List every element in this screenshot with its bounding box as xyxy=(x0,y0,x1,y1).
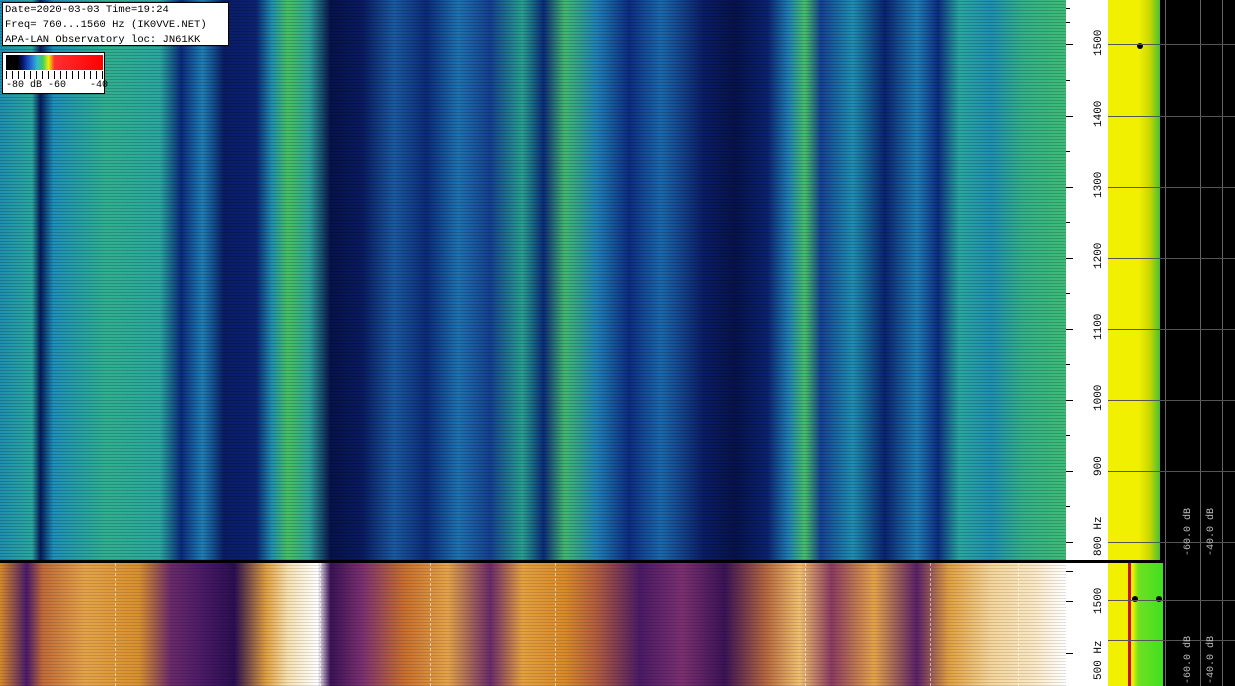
freq-label-1200: 1200 xyxy=(1093,242,1105,269)
info-frequency: Freq= 760...1560 Hz (IK0VVE.NET) xyxy=(5,19,207,31)
time-gridline xyxy=(1018,563,1019,686)
info-box: Date=2020-03-03 Time=19:24 Freq= 760...1… xyxy=(2,2,229,46)
time-gridline xyxy=(115,563,116,686)
time-gridline xyxy=(805,563,806,686)
freq-label-900: 900 xyxy=(1093,456,1105,476)
secondary-waterfall xyxy=(0,563,1066,686)
panel-separator xyxy=(0,560,1235,563)
freq-label-1100: 1100 xyxy=(1093,313,1105,340)
time-gridline xyxy=(555,563,556,686)
marker-dot xyxy=(1156,596,1162,602)
db-label-top-40: -40.0 dB xyxy=(1206,507,1217,556)
legend-ticks xyxy=(6,71,103,79)
time-gridline xyxy=(930,563,931,686)
freq-label-800: 800 Hz xyxy=(1093,516,1105,556)
time-gridline xyxy=(430,563,431,686)
legend-colorbar xyxy=(6,55,103,70)
db-label-top-60: -60.0 dB xyxy=(1183,507,1194,556)
marker-dot xyxy=(1132,596,1138,602)
time-gridline xyxy=(320,563,321,686)
freq-label-bottom-1500: 1500 xyxy=(1093,587,1105,614)
main-waterfall xyxy=(0,0,1066,560)
frequency-axis-top xyxy=(1066,0,1108,560)
legend-labels: -80 dB -60 -40 xyxy=(6,80,109,91)
spectrum-panel-top xyxy=(1108,0,1165,560)
db-label-bottom-40: -40.0 dB xyxy=(1206,635,1217,684)
freq-label-1000: 1000 xyxy=(1093,384,1105,411)
freq-label-1300: 1300 xyxy=(1093,171,1105,198)
spectrum-panel-bottom xyxy=(1108,563,1165,686)
info-observatory: APA-LAN Observatory loc: JN61KK xyxy=(5,34,201,46)
freq-label-1500: 1500 xyxy=(1093,29,1105,56)
db-label-bottom-60: -60.0 dB xyxy=(1183,635,1194,684)
freq-label-bottom-500: 500 Hz xyxy=(1093,640,1105,680)
info-date-time: Date=2020-03-03 Time=19:24 xyxy=(5,4,169,16)
freq-label-1400: 1400 xyxy=(1093,100,1105,127)
color-legend: -80 dB -60 -40 xyxy=(2,52,109,94)
